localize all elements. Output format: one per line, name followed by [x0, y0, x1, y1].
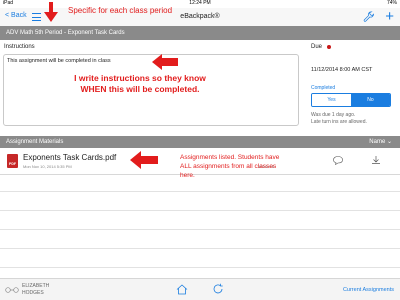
file-name: Exponents Task Cards.pdf [23, 153, 117, 162]
empty-list-row [0, 191, 400, 192]
empty-list-row [0, 210, 400, 211]
status-bar: iPad 12:24 PM 74% [0, 0, 400, 7]
completed-toggle: Yes No [311, 93, 391, 107]
battery-indicator: 74% [386, 0, 397, 6]
instructions-text: This assignment will be completed in cla… [7, 58, 111, 64]
materials-header-label: Assignment Materials [6, 139, 64, 145]
annotation-arrow-left [152, 54, 178, 70]
annotation-arrow-left [130, 151, 158, 169]
annotation-instructions: I write instructions so they know WHEN t… [74, 73, 206, 94]
refresh-icon[interactable] [212, 283, 224, 295]
current-assignments-button[interactable]: Current Assignments [343, 287, 394, 293]
app-title: eBackpack® [180, 13, 220, 20]
sort-by-name-button[interactable]: Name ⌄ [369, 136, 392, 148]
materials-header: Assignment Materials Name ⌄ [0, 136, 400, 148]
assignment-title: ADV Math 5th Period - Exponent Task Card… [6, 30, 125, 36]
annotation-arrow-down [44, 2, 58, 22]
empty-list-row [0, 248, 400, 249]
assignment-title-bar: ADV Math 5th Period - Exponent Task Card… [0, 26, 400, 40]
annotation-period: Specific for each class period [68, 6, 173, 15]
user-name: ELIZABETH HODGES [22, 283, 50, 296]
plus-icon[interactable]: + [385, 9, 394, 24]
completed-label: Completed [311, 85, 336, 91]
instructions-label: Instructions [4, 44, 35, 50]
completed-no-button[interactable]: No [351, 94, 390, 106]
clock: 12:24 PM [189, 0, 211, 6]
due-status-dot [327, 45, 331, 49]
download-icon[interactable] [371, 155, 381, 165]
nav-bar: < Back eBackpack® + [0, 8, 400, 26]
bottom-toolbar: ELIZABETH HODGES Current Assignments [0, 278, 400, 300]
due-date: 11/12/2014 8:00 AM CST [311, 67, 373, 73]
empty-list-row [0, 267, 400, 268]
due-note-overdue: Was due 1 day ago. [311, 112, 356, 118]
completed-yes-button[interactable]: Yes [312, 94, 351, 106]
comment-bubble-icon[interactable] [333, 156, 343, 165]
file-date: Mon Nov 10, 2014 5:35 PM [23, 164, 72, 169]
home-icon[interactable] [176, 284, 188, 295]
glasses-icon [5, 287, 19, 293]
pdf-file-icon: PDF [7, 154, 18, 168]
due-label: Due [311, 44, 323, 50]
empty-list-row [0, 229, 400, 230]
annotation-assignments: Assignments listed. Students have ALL as… [180, 154, 280, 179]
wrench-icon[interactable] [363, 11, 374, 22]
due-note-late: Late turn ins are allowed. [311, 119, 367, 125]
